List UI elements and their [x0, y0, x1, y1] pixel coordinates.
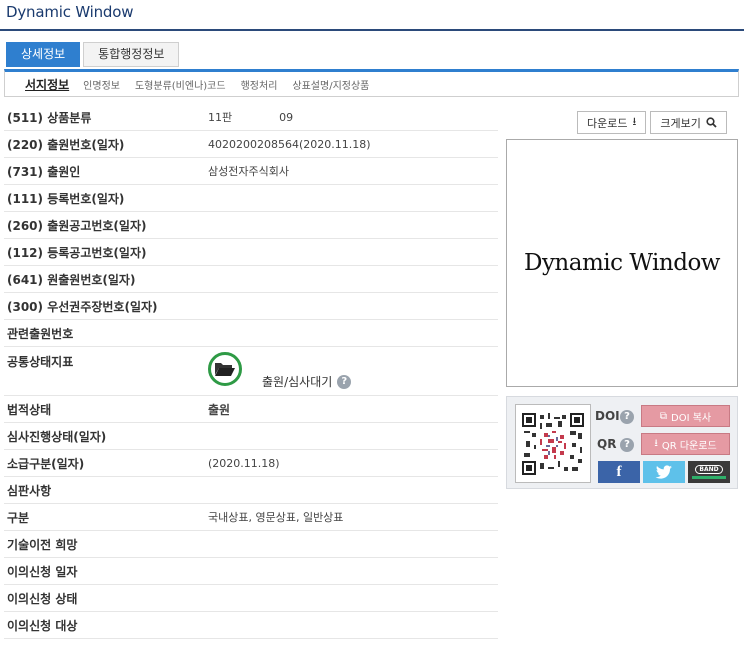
table-row: (260) 출원공고번호(일자): [4, 212, 498, 239]
table-row: 관련출원번호: [4, 320, 498, 347]
subtab-trademark-desc[interactable]: 상표설명/지정상품: [292, 77, 369, 92]
zoom-button[interactable]: 크게보기: [650, 111, 727, 134]
qr-label: QR: [597, 437, 617, 451]
subtab-bibliographic[interactable]: 서지정보: [25, 76, 69, 93]
subtab-vienna-code[interactable]: 도형분류(비엔나)코드: [135, 77, 226, 92]
qr-download-button[interactable]: ⭳ QR 다운로드: [641, 433, 730, 455]
row-label: 법적상태: [7, 402, 52, 417]
row-label: 이의신청 일자: [7, 564, 78, 579]
tab-detail-info[interactable]: 상세정보: [6, 42, 81, 67]
table-row: 법적상태 출원: [4, 396, 498, 423]
qr-code-icon: [522, 412, 584, 475]
subtab-person-info[interactable]: 인명정보: [83, 77, 120, 92]
twitter-share-button[interactable]: [643, 461, 685, 483]
table-row: 심사진행상태(일자): [4, 423, 498, 450]
share-panel: DOI ? QR ? ⧉ DOI 복사 ⭳ QR 다운로드 f BAND: [506, 396, 738, 489]
download-icon: ⭳: [632, 115, 637, 128]
download-button[interactable]: 다운로드 ⭳: [577, 111, 647, 134]
status-text: 출원/심사대기?: [262, 373, 352, 390]
facebook-icon: f: [616, 463, 622, 480]
trademark-image: Dynamic Window: [506, 139, 738, 387]
row-value: 11판 09: [208, 109, 498, 125]
table-row: (641) 원출원번호(일자): [4, 266, 498, 293]
doi-copy-label: DOI 복사: [671, 412, 712, 424]
status-indicator: 출원/심사대기?: [208, 352, 498, 390]
row-value: 출원: [208, 402, 231, 417]
goods-class-number: 09: [279, 111, 294, 124]
help-icon[interactable]: ?: [337, 375, 352, 389]
row-label: 이의신청 상태: [7, 591, 78, 606]
title-divider: [0, 29, 744, 31]
table-row: 구분 국내상표, 영문상표, 일반상표: [4, 504, 498, 531]
band-stripe: [692, 476, 726, 479]
tab-integrated-admin-info[interactable]: 통합행정정보: [83, 42, 180, 67]
row-label: 소급구분(일자): [7, 456, 85, 471]
table-row: 이의신청 상태: [4, 585, 498, 612]
band-share-button[interactable]: BAND: [688, 461, 730, 483]
external-link-icon: ⧉: [659, 410, 668, 422]
status-label: 출원/심사대기: [262, 375, 333, 389]
row-label: 관련출원번호: [7, 326, 74, 341]
facebook-share-button[interactable]: f: [598, 461, 640, 483]
row-value: 국내상표, 영문상표, 일반상표: [208, 511, 344, 524]
band-icon: BAND: [695, 465, 723, 474]
folder-open-icon: [215, 363, 235, 376]
bibliographic-table: (511) 상품분류 11판 09 (220) 출원번호(일자) 4020200…: [4, 104, 498, 639]
row-label: (111) 등록번호(일자): [7, 191, 125, 206]
download-icon: ⭳: [654, 437, 658, 449]
download-label: 다운로드: [587, 116, 628, 130]
row-value: 4020200208564(2020.11.18): [208, 137, 371, 151]
row-label: 공통상태지표: [7, 355, 74, 369]
row-label: 이의신청 대상: [7, 618, 78, 633]
search-icon: [706, 117, 717, 128]
table-row: (731) 출원인 삼성전자주식회사: [4, 158, 498, 185]
row-label: (112) 등록공고번호(일자): [7, 245, 147, 260]
qr-code: [515, 404, 591, 483]
table-row: 기술이전 희망: [4, 531, 498, 558]
row-label: 심판사항: [7, 483, 52, 498]
status-circle: [208, 352, 242, 386]
table-row: 이의신청 대상: [4, 612, 498, 639]
row-label: (300) 우선권주장번호(일자): [7, 299, 158, 314]
image-toolbar: 다운로드 ⭳ 크게보기: [577, 111, 731, 134]
table-row: (112) 등록공고번호(일자): [4, 239, 498, 266]
doi-label: DOI: [595, 409, 620, 423]
row-label: (260) 출원공고번호(일자): [7, 218, 147, 233]
top-tabs: 상세정보 통합행정정보: [6, 42, 182, 67]
row-label: (220) 출원번호(일자): [7, 137, 125, 152]
row-label: (731) 출원인: [7, 164, 81, 179]
qr-help-icon[interactable]: ?: [620, 438, 634, 452]
table-row: (111) 등록번호(일자): [4, 185, 498, 212]
table-row: 공통상태지표 출원/심사대기?: [4, 347, 498, 396]
row-label: (641) 원출원번호(일자): [7, 272, 136, 287]
zoom-label: 크게보기: [660, 116, 701, 130]
table-row: (511) 상품분류 11판 09: [4, 104, 498, 131]
sub-tabs: 서지정보 인명정보 도형분류(비엔나)코드 행정처리 상표설명/지정상품: [4, 69, 739, 97]
row-value: 삼성전자주식회사: [208, 165, 289, 178]
table-row: (300) 우선권주장번호(일자): [4, 293, 498, 320]
page-title: Dynamic Window: [6, 3, 134, 21]
row-label: 기술이전 희망: [7, 537, 78, 552]
table-row: 이의신청 일자: [4, 558, 498, 585]
table-row: (220) 출원번호(일자) 4020200208564(2020.11.18): [4, 131, 498, 158]
doi-help-icon[interactable]: ?: [620, 410, 634, 424]
table-row: 소급구분(일자) (2020.11.18): [4, 450, 498, 477]
subtab-admin-process[interactable]: 행정처리: [241, 77, 278, 92]
row-label: 심사진행상태(일자): [7, 429, 107, 444]
row-value: (2020.11.18): [208, 456, 280, 470]
row-label: (511) 상품분류: [7, 110, 92, 125]
table-row: 심판사항: [4, 477, 498, 504]
twitter-icon: [655, 465, 672, 479]
row-label: 구분: [7, 510, 30, 525]
goods-class-edition: 11판: [208, 111, 233, 124]
qr-download-label: QR 다운로드: [661, 440, 717, 452]
doi-copy-button[interactable]: ⧉ DOI 복사: [641, 405, 730, 427]
trademark-text: Dynamic Window: [524, 250, 720, 276]
